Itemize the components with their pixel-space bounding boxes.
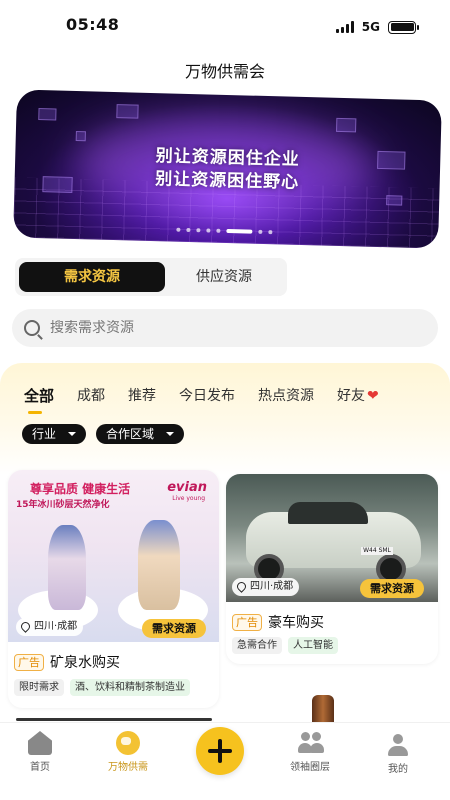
nav-label: 领袖圈层 <box>290 762 330 773</box>
signal-icon <box>335 21 354 33</box>
tag-industry: 人工智能 <box>288 637 338 654</box>
status-bar: 05:48 5G <box>0 0 450 50</box>
carousel-dot[interactable] <box>268 230 273 235</box>
location-chip: 四川·成都 <box>16 618 84 636</box>
home-icon <box>28 731 52 755</box>
search-input[interactable] <box>50 320 410 336</box>
location-text: 四川·成都 <box>250 581 294 592</box>
resource-badge: 需求资源 <box>360 579 424 598</box>
category-chengdu[interactable]: 成都 <box>77 385 105 406</box>
carousel-dot[interactable] <box>176 227 181 232</box>
tag-industry: 酒、饮料和精制茶制造业 <box>70 679 190 696</box>
category-friends-label: 好友 <box>337 388 366 404</box>
nav-leaders-circle[interactable]: 领袖圈层 <box>270 731 350 773</box>
status-time: 05:48 <box>66 15 120 34</box>
brand-slogan: Live young <box>172 495 205 502</box>
page-title: 万物供需会 <box>184 62 265 81</box>
category-hot[interactable]: 热点资源 <box>258 385 314 406</box>
carousel-dot[interactable] <box>216 228 221 233</box>
next-card-edge <box>16 718 212 721</box>
people-icon <box>298 731 322 755</box>
caret-down-icon <box>166 432 175 436</box>
card-title: 广告 矿泉水购买 <box>14 652 120 672</box>
card-tags: 限时需求 酒、饮料和精制茶制造业 <box>14 679 190 696</box>
category-today[interactable]: 今日发布 <box>179 385 235 406</box>
carousel-dot[interactable] <box>206 228 211 233</box>
resource-card[interactable]: 尊享品质 健康生活 15年冰川砂层天然净化 evian Live young 四… <box>8 470 219 708</box>
location-text: 四川·成都 <box>34 621 78 632</box>
carousel-dot[interactable] <box>196 228 201 233</box>
nav-profile[interactable]: 我的 <box>358 733 438 775</box>
car-plate: W44 SML <box>361 547 393 555</box>
region-dropdown[interactable]: 合作区域 <box>96 424 185 444</box>
brand-logo: evian <box>167 480 207 495</box>
network-label: 5G <box>361 20 380 34</box>
carousel-dot-active[interactable] <box>226 228 253 234</box>
category-all[interactable]: 全部 <box>24 385 54 414</box>
search-bar[interactable] <box>12 309 438 347</box>
promo-banner[interactable]: 别让资源困住企业 别让资源困住野心 <box>13 89 442 249</box>
card-image: W44 SML 四川·成都 需求资源 <box>226 474 438 602</box>
nav-label: 我的 <box>388 764 408 775</box>
caret-down-icon <box>68 432 77 436</box>
ad-label: 广告 <box>232 613 262 631</box>
resource-tabs: 需求资源 供应资源 <box>15 258 287 296</box>
ad-headline: 尊享品质 健康生活 <box>30 482 131 496</box>
ad-subline: 15年冰川砂层天然净化 <box>16 500 110 510</box>
user-icon <box>386 733 410 757</box>
category-recommended[interactable]: 推荐 <box>128 385 156 406</box>
nav-home[interactable]: 首页 <box>0 731 80 773</box>
tag-urgency: 限时需求 <box>14 679 64 696</box>
card-title-text: 矿泉水购买 <box>50 655 120 671</box>
category-tabs: 全部 成都 推荐 今日发布 热点资源 好友 ❤ <box>24 385 379 414</box>
nav-label: 万物供需 <box>108 762 148 773</box>
card-title: 广告 豪车购买 <box>232 612 324 632</box>
category-friends[interactable]: 好友 ❤ <box>337 385 379 406</box>
heart-icon: ❤ <box>367 388 379 404</box>
tab-supply[interactable]: 供应资源 <box>165 262 283 292</box>
nav-label: 首页 <box>30 762 50 773</box>
filter-panel: 全部 成都 推荐 今日发布 热点资源 好友 ❤ 行业 合作区域 <box>0 363 450 475</box>
card-image: 尊享品质 健康生活 15年冰川砂层天然净化 evian Live young 四… <box>8 470 219 642</box>
resource-badge: 需求资源 <box>142 619 206 638</box>
filter-dropdowns: 行业 合作区域 <box>22 424 185 444</box>
nav-marketplace[interactable]: 万物供需 <box>88 731 168 773</box>
carousel-dot[interactable] <box>186 227 191 233</box>
globe-icon <box>116 731 140 755</box>
plus-icon <box>208 739 232 763</box>
location-pin-icon <box>19 620 32 633</box>
industry-dropdown-label: 行业 <box>32 427 57 441</box>
card-tags: 急需合作 人工智能 <box>232 637 338 654</box>
tab-demand[interactable]: 需求资源 <box>19 262 165 292</box>
region-dropdown-label: 合作区域 <box>106 427 155 441</box>
ad-label: 广告 <box>14 653 44 671</box>
status-indicators: 5G <box>335 20 419 34</box>
search-icon <box>24 320 40 336</box>
location-pin-icon <box>235 580 248 593</box>
tag-urgency: 急需合作 <box>232 637 282 654</box>
carousel-dot[interactable] <box>258 229 263 234</box>
location-chip: 四川·成都 <box>232 578 300 596</box>
industry-dropdown[interactable]: 行业 <box>22 424 87 444</box>
battery-icon <box>388 20 419 34</box>
card-title-text: 豪车购买 <box>268 615 324 631</box>
resource-card[interactable]: W44 SML 四川·成都 需求资源 广告 豪车购买 急需合作 人工智能 <box>226 474 438 664</box>
publish-button[interactable] <box>196 727 244 775</box>
